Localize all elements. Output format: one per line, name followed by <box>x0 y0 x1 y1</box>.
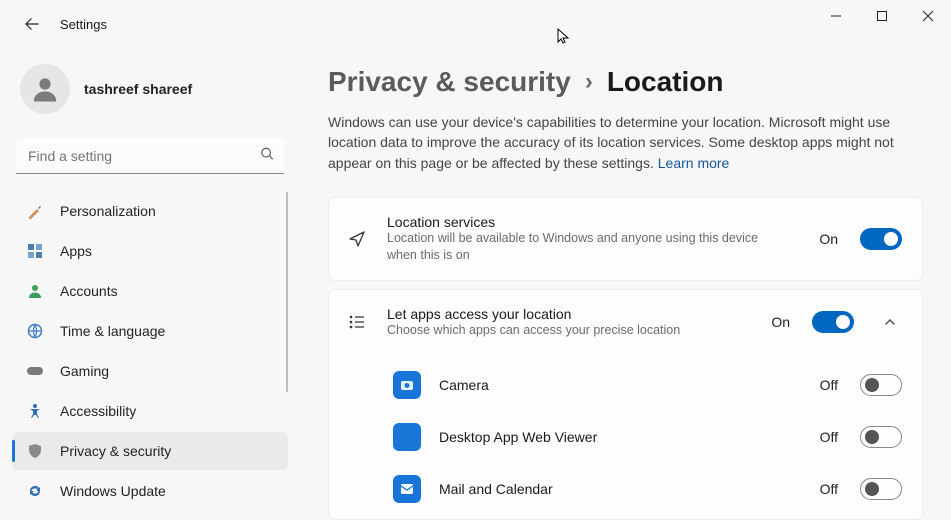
toggle-state-label: On <box>771 314 790 330</box>
arrow-left-icon <box>25 17 39 31</box>
location-arrow-icon <box>345 229 369 249</box>
sidebar-item-accessibility[interactable]: Accessibility <box>12 392 288 430</box>
search-input[interactable] <box>16 138 284 174</box>
setting-location-services: Location services Location will be avail… <box>328 197 923 281</box>
setting-app-access: Let apps access your location Choose whi… <box>328 289 923 520</box>
app-list: Camera Off Desktop App Web Viewer Off Ma… <box>329 355 922 519</box>
profile[interactable]: tashreef shareef <box>12 56 288 132</box>
brush-icon <box>26 202 44 220</box>
sidebar: tashreef shareef Personalization Apps Ac… <box>0 48 300 520</box>
expand-button[interactable] <box>878 315 902 329</box>
app-row-camera: Camera Off <box>329 359 922 411</box>
sidebar-item-time-language[interactable]: Time & language <box>12 312 288 350</box>
sidebar-item-label: Time & language <box>60 323 165 339</box>
sidebar-item-windows-update[interactable]: Windows Update <box>12 472 288 510</box>
toggle-state-label: On <box>819 231 838 247</box>
main-content: Privacy & security › Location Windows ca… <box>300 48 951 520</box>
app-row-desktop-app-web-viewer: Desktop App Web Viewer Off <box>329 411 922 463</box>
desktop-app-web-viewer-location-toggle[interactable] <box>860 426 902 448</box>
sidebar-item-apps[interactable]: Apps <box>12 232 288 270</box>
app-row-mail-calendar: Mail and Calendar Off <box>329 463 922 515</box>
avatar <box>20 64 70 114</box>
sidebar-item-label: Accounts <box>60 283 118 299</box>
window-controls <box>813 0 951 40</box>
person-icon <box>26 282 44 300</box>
setting-subtitle: Location will be available to Windows an… <box>387 230 787 264</box>
app-name: Desktop App Web Viewer <box>439 429 802 445</box>
nav-list: Personalization Apps Accounts Time & lan… <box>12 192 288 510</box>
sidebar-item-label: Privacy & security <box>60 443 171 459</box>
location-services-toggle[interactable] <box>860 228 902 250</box>
maximize-icon <box>876 10 888 22</box>
chevron-up-icon <box>883 315 897 329</box>
mail-calendar-icon <box>393 475 421 503</box>
breadcrumb: Privacy & security › Location <box>328 66 923 98</box>
person-icon <box>30 74 60 104</box>
app-name: Camera <box>439 377 802 393</box>
username: tashreef shareef <box>84 81 192 97</box>
window-title: Settings <box>60 17 107 32</box>
camera-location-toggle[interactable] <box>860 374 902 396</box>
setting-title: Let apps access your location <box>387 306 753 322</box>
list-icon <box>345 312 369 332</box>
titlebar: Settings <box>0 0 951 48</box>
learn-more-link[interactable]: Learn more <box>658 155 730 171</box>
minimize-button[interactable] <box>813 0 859 32</box>
page-title: Location <box>607 66 724 98</box>
shield-icon <box>26 442 44 460</box>
sidebar-item-label: Personalization <box>60 203 156 219</box>
gamepad-icon <box>26 362 44 380</box>
sidebar-item-label: Windows Update <box>60 483 166 499</box>
sidebar-item-label: Gaming <box>60 363 109 379</box>
sidebar-item-privacy-security[interactable]: Privacy & security <box>12 432 288 470</box>
toggle-state-label: Off <box>820 481 838 497</box>
toggle-state-label: Off <box>820 429 838 445</box>
sidebar-item-accounts[interactable]: Accounts <box>12 272 288 310</box>
sidebar-item-personalization[interactable]: Personalization <box>12 192 288 230</box>
page-description: Windows can use your device's capabiliti… <box>328 112 908 173</box>
maximize-button[interactable] <box>859 0 905 32</box>
app-name: Mail and Calendar <box>439 481 802 497</box>
sidebar-item-label: Accessibility <box>60 403 136 419</box>
camera-app-icon <box>393 371 421 399</box>
toggle-state-label: Off <box>820 377 838 393</box>
close-icon <box>922 10 934 22</box>
sync-icon <box>26 482 44 500</box>
app-access-toggle[interactable] <box>812 311 854 333</box>
close-button[interactable] <box>905 0 951 32</box>
desktop-app-web-viewer-icon <box>393 423 421 451</box>
globe-icon <box>26 322 44 340</box>
apps-icon <box>26 242 44 260</box>
sidebar-item-label: Apps <box>60 243 92 259</box>
back-button[interactable] <box>16 8 48 40</box>
breadcrumb-parent[interactable]: Privacy & security <box>328 66 571 98</box>
setting-title: Location services <box>387 214 801 230</box>
search-box[interactable] <box>16 138 284 174</box>
search-icon <box>260 147 274 166</box>
accessibility-icon <box>26 402 44 420</box>
setting-subtitle: Choose which apps can access your precis… <box>387 322 753 339</box>
sidebar-item-gaming[interactable]: Gaming <box>12 352 288 390</box>
chevron-right-icon: › <box>585 68 593 96</box>
minimize-icon <box>830 10 842 22</box>
mail-calendar-location-toggle[interactable] <box>860 478 902 500</box>
